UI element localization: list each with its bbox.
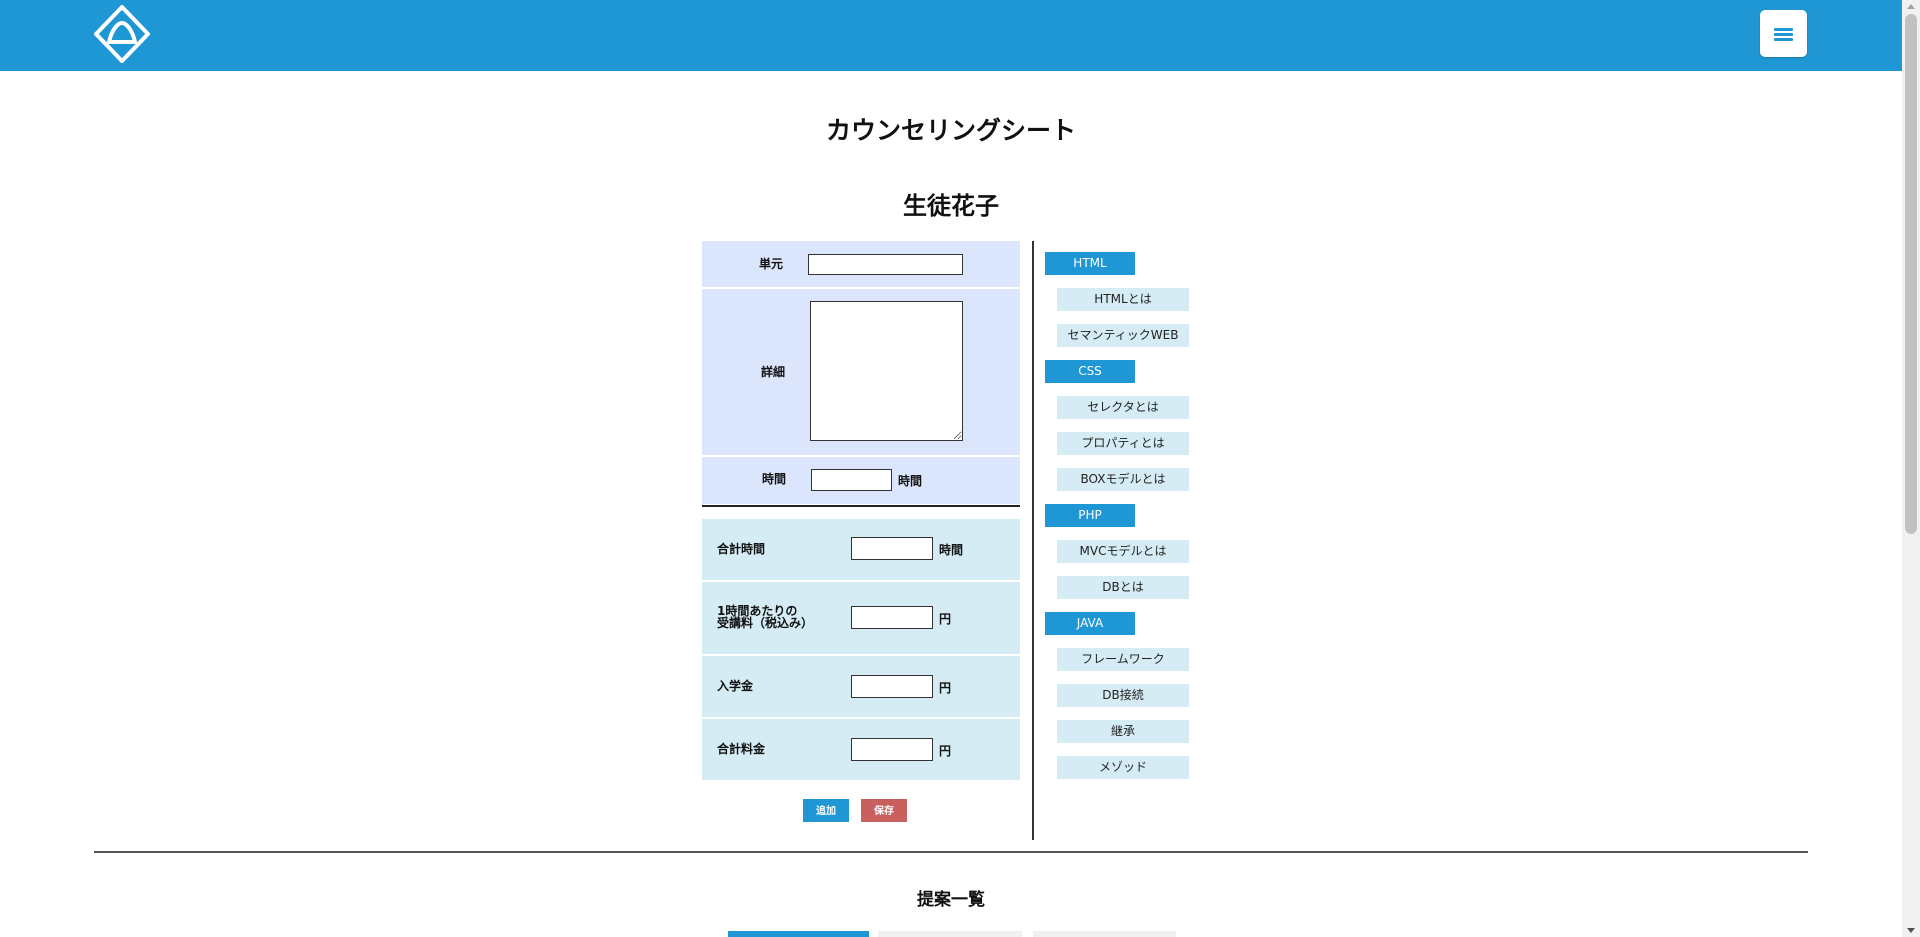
hamburger-menu-button[interactable]: [1760, 10, 1807, 57]
category-css[interactable]: CSS: [1045, 360, 1135, 383]
category-java[interactable]: JAVA: [1045, 612, 1135, 635]
section-divider: [94, 851, 1808, 853]
menu-bar: [1774, 38, 1793, 41]
hourly-fee-input[interactable]: [851, 606, 933, 629]
admission-unit: 円: [939, 681, 952, 695]
nav-item[interactable]: DB接続: [1057, 684, 1189, 707]
unit-label: 単元: [759, 257, 784, 271]
menu-bar: [1774, 28, 1793, 31]
nav-item[interactable]: プロパティとは: [1057, 432, 1189, 455]
total-fee-unit: 円: [939, 744, 952, 758]
admission-row: 入学金 円: [702, 656, 1020, 717]
unit-row: 単元: [702, 241, 1020, 287]
hourly-fee-label-line2: 受講料（税込み）: [717, 616, 814, 630]
vertical-scrollbar[interactable]: [1902, 0, 1920, 937]
nav-item[interactable]: 継承: [1057, 720, 1189, 743]
time-unit: 時間: [898, 474, 923, 488]
category-html[interactable]: HTML: [1045, 252, 1135, 275]
total-time-input[interactable]: [851, 537, 933, 560]
hourly-fee-row: 1時間あたりの 受講料（税込み） 円: [702, 582, 1020, 654]
menu-bar: [1774, 33, 1793, 36]
total-time-unit: 時間: [939, 543, 964, 557]
nav-item[interactable]: BOXモデルとは: [1057, 468, 1189, 491]
proposal-list-title: 提案一覧: [917, 890, 985, 910]
proposal-tab[interactable]: [1033, 931, 1176, 937]
vertical-divider: [1032, 241, 1034, 840]
student-name: 生徒花子: [903, 192, 999, 220]
nav-item[interactable]: DBとは: [1057, 576, 1189, 599]
add-button[interactable]: 追加: [803, 799, 849, 822]
admission-input[interactable]: [851, 675, 933, 698]
detail-label: 詳細: [761, 365, 786, 379]
total-fee-label: 合計料金: [717, 742, 766, 756]
top-header: [0, 0, 1902, 71]
scroll-down-arrow-icon[interactable]: [1907, 928, 1915, 933]
total-time-row: 合計時間 時間: [702, 519, 1020, 580]
nav-item[interactable]: セマンティックWEB: [1057, 324, 1189, 347]
detail-row: 詳細: [702, 289, 1020, 455]
unit-input[interactable]: [808, 254, 963, 275]
time-row: 時間 時間: [702, 457, 1020, 504]
total-time-label: 合計時間: [717, 542, 766, 556]
nav-item[interactable]: セレクタとは: [1057, 396, 1189, 419]
scrollbar-thumb[interactable]: [1905, 14, 1917, 534]
category-php[interactable]: PHP: [1045, 504, 1135, 527]
total-fee-row: 合計料金 円: [702, 719, 1020, 780]
save-button[interactable]: 保存: [861, 799, 907, 822]
nav-item[interactable]: フレームワーク: [1057, 648, 1189, 671]
nav-item[interactable]: MVCモデルとは: [1057, 540, 1189, 563]
form-divider: [702, 505, 1020, 507]
detail-textarea[interactable]: [810, 301, 963, 441]
scroll-up-arrow-icon[interactable]: [1907, 4, 1915, 9]
proposal-tab[interactable]: [878, 931, 1022, 937]
nav-item[interactable]: HTMLとは: [1057, 288, 1189, 311]
time-input[interactable]: [811, 469, 892, 491]
proposal-tab-active[interactable]: [728, 931, 869, 937]
admission-label: 入学金: [717, 679, 754, 693]
total-fee-input[interactable]: [851, 738, 933, 761]
page-title: カウンセリングシート: [825, 116, 1076, 145]
nav-item[interactable]: メゾッド: [1057, 756, 1189, 779]
time-label: 時間: [762, 472, 787, 486]
diamond-logo-icon[interactable]: [93, 4, 151, 64]
hourly-fee-unit: 円: [939, 612, 952, 626]
